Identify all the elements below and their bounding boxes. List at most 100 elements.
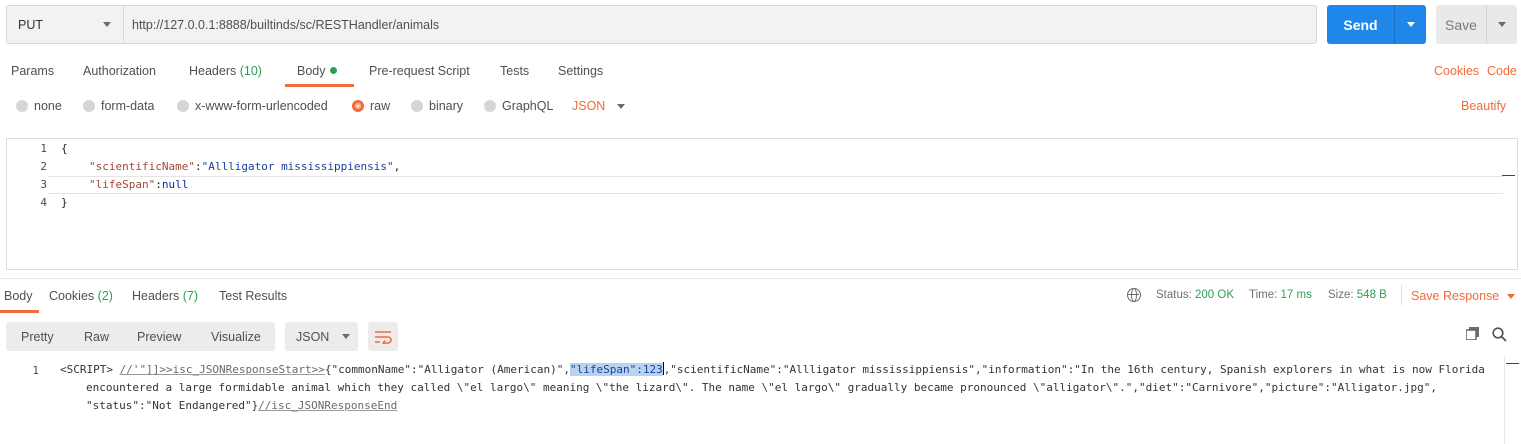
json-colon: :: [155, 178, 162, 191]
status-info: Status: 200 OK: [1156, 289, 1234, 301]
view-raw-button[interactable]: Raw: [84, 330, 109, 344]
line-number: 2: [40, 160, 47, 173]
tab-headers[interactable]: Headers (10): [189, 64, 262, 78]
save-response-button[interactable]: Save Response: [1411, 289, 1516, 303]
method-select[interactable]: PUT: [7, 6, 124, 43]
body-type-radios: none form-data x-www-form-urlencoded raw…: [0, 92, 1521, 122]
format-select[interactable]: JSON: [572, 99, 626, 113]
tab-body[interactable]: Body: [297, 64, 337, 78]
line-number: 4: [40, 196, 47, 209]
response-comment: //isc_JSONResponseEnd: [258, 399, 398, 412]
response-text: "status":"Not Endangered"}: [86, 399, 259, 412]
chevron-down-icon: [103, 22, 111, 27]
format-select-label: JSON: [572, 99, 606, 113]
body-indicator-dot: [329, 67, 337, 74]
code-link[interactable]: Code: [1487, 64, 1517, 78]
save-response-label: Save Response: [1411, 289, 1500, 303]
radio-circle-icon: [83, 100, 95, 112]
radio-circle-icon: [177, 100, 189, 112]
search-icon[interactable]: [1492, 327, 1507, 342]
response-tab-headers-count: (7): [182, 289, 199, 303]
radio-urlencoded[interactable]: x-www-form-urlencoded: [177, 99, 328, 113]
size-label: Size:: [1328, 289, 1354, 301]
chevron-down-icon: [342, 334, 351, 339]
save-button[interactable]: Save: [1436, 5, 1487, 44]
response-tab-test-results[interactable]: Test Results: [219, 289, 287, 303]
chevron-down-icon: [1498, 22, 1506, 27]
tab-pre-request-script[interactable]: Pre-request Script: [369, 64, 470, 78]
active-tab-indicator: [285, 84, 354, 87]
response-format-select[interactable]: JSON: [285, 322, 358, 351]
response-comment: //'"]]>>isc_JSONResponseStart>>: [119, 363, 325, 376]
url-text: http://127.0.0.1:8888/builtinds/sc/RESTH…: [132, 17, 440, 32]
method-label: PUT: [18, 17, 43, 32]
radio-circle-icon: [484, 100, 496, 112]
response-format-label: JSON: [296, 329, 330, 344]
response-header: Body Cookies (2) Headers (7) Test Result…: [0, 278, 1521, 313]
response-line: <SCRIPT> //'"]]>>isc_JSONResponseStart>>…: [60, 361, 1485, 379]
json-key: "lifeSpan": [89, 178, 156, 191]
tab-body-label: Body: [297, 64, 326, 78]
response-body-viewer[interactable]: 1 <SCRIPT> //'"]]>>isc_JSONResponseStart…: [0, 360, 1521, 444]
response-text: ,"scientificName":"Allligator mississipp…: [663, 363, 1485, 376]
radio-binary-label: binary: [429, 99, 464, 113]
radio-graphql[interactable]: GraphQL: [484, 99, 553, 113]
wrap-lines-button[interactable]: [368, 322, 398, 351]
response-tab-cookies-count: (2): [97, 289, 113, 303]
radio-none-label: none: [34, 99, 62, 113]
radio-selected-icon: [352, 100, 364, 112]
tab-settings[interactable]: Settings: [558, 64, 603, 78]
globe-icon[interactable]: [1127, 288, 1141, 302]
request-body-editor[interactable]: 1 2 3 4 { "scientificName":"Allligator m…: [6, 138, 1518, 270]
tab-headers-label: Headers: [189, 64, 237, 78]
response-tab-body[interactable]: Body: [4, 289, 33, 303]
code-line: }: [61, 196, 68, 209]
view-preview-button[interactable]: Preview: [137, 330, 181, 344]
time-value: 17 ms: [1280, 289, 1312, 301]
status-value: 200 OK: [1195, 289, 1235, 301]
radio-none[interactable]: none: [16, 99, 62, 113]
json-value: "Allligator mississippiensis": [201, 160, 394, 173]
size-info: Size: 548 B: [1328, 289, 1387, 301]
copy-icon[interactable]: [1466, 327, 1479, 340]
tab-params[interactable]: Params: [11, 64, 54, 78]
line-number: 1: [40, 142, 47, 155]
response-line: "status":"Not Endangered"}//isc_JSONResp…: [86, 397, 397, 415]
response-tab-cookies[interactable]: Cookies (2): [49, 289, 113, 303]
code-line: "scientificName":"Allligator mississippi…: [89, 160, 400, 173]
radio-circle-icon: [16, 100, 28, 112]
radio-binary[interactable]: binary: [411, 99, 463, 113]
view-pretty-button[interactable]: Pretty: [21, 330, 54, 344]
time-info: Time: 17 ms: [1249, 289, 1312, 301]
wrap-lines-icon: [375, 330, 392, 344]
response-tab-headers[interactable]: Headers (7): [132, 289, 198, 303]
scrollbar-marker: [1502, 175, 1515, 176]
url-input[interactable]: http://127.0.0.1:8888/builtinds/sc/RESTH…: [124, 6, 1316, 43]
size-value: 548 B: [1356, 289, 1387, 301]
code-line: "lifeSpan":null: [89, 178, 188, 191]
response-line: encountered a large formidable animal wh…: [86, 381, 1438, 394]
radio-urlencoded-label: x-www-form-urlencoded: [195, 99, 328, 113]
request-bar: PUT http://127.0.0.1:8888/builtinds/sc/R…: [6, 5, 1317, 44]
tab-tests[interactable]: Tests: [500, 64, 529, 78]
code-line: {: [61, 142, 68, 155]
send-options-button[interactable]: [1395, 5, 1426, 44]
radio-graphql-label: GraphQL: [502, 99, 554, 113]
request-tabs: Params Authorization Headers (10) Body P…: [0, 54, 1521, 88]
divider: [1401, 285, 1402, 305]
response-tab-cookies-label: Cookies: [49, 289, 95, 303]
line-number: 1: [32, 364, 39, 377]
time-label: Time:: [1249, 289, 1278, 301]
send-button[interactable]: Send: [1327, 5, 1395, 44]
save-options-button[interactable]: [1487, 5, 1517, 44]
cookies-link[interactable]: Cookies: [1434, 64, 1479, 78]
radio-form-data[interactable]: form-data: [83, 99, 155, 113]
beautify-link[interactable]: Beautify: [1461, 99, 1506, 113]
tab-authorization[interactable]: Authorization: [83, 64, 156, 78]
selected-text: "lifeSpan":123: [569, 363, 663, 376]
radio-raw[interactable]: raw: [352, 99, 390, 113]
json-comma: ,: [393, 160, 401, 173]
view-visualize-button[interactable]: Visualize: [211, 330, 261, 344]
active-tab-indicator: [0, 310, 39, 313]
json-colon: :: [194, 160, 202, 173]
